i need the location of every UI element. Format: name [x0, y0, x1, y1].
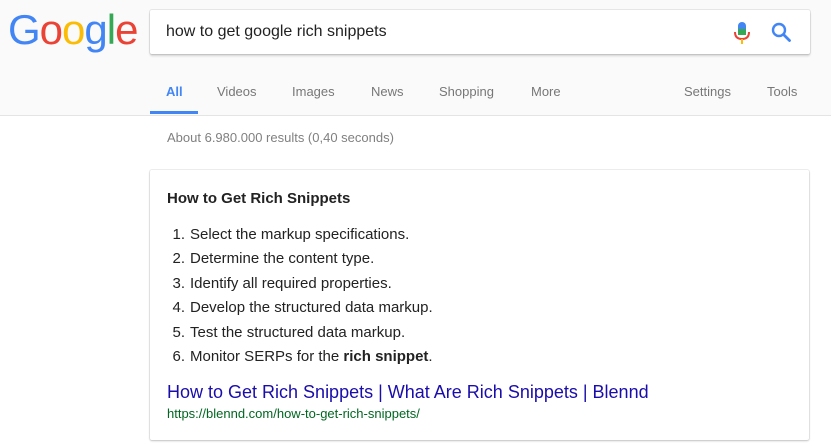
- step-number: 6.: [172, 348, 185, 366]
- logo-letter: o: [39, 6, 63, 53]
- step-number: 1.: [172, 226, 185, 243]
- step-text: Determine the content type.: [190, 250, 375, 268]
- tab-settings[interactable]: Settings: [684, 84, 731, 99]
- list-item: 6. Monitor SERPs for the rich snippet.: [167, 345, 433, 369]
- tab-shopping[interactable]: Shopping: [439, 84, 494, 99]
- active-tab-indicator: [150, 111, 198, 114]
- step-number: 2.: [172, 250, 185, 268]
- logo-letter: g: [84, 6, 107, 53]
- logo-letter: e: [115, 6, 138, 53]
- tab-tools[interactable]: Tools: [767, 84, 797, 99]
- featured-snippet-card: How to Get Rich Snippets 1. Select the ma…: [150, 170, 809, 440]
- step-text: Test the structured data markup.: [190, 323, 406, 341]
- step-bold-text: rich snippet: [343, 348, 429, 366]
- step-text: Identify all required properties.: [190, 274, 392, 292]
- search-box: [150, 10, 810, 54]
- logo-letter: o: [62, 6, 85, 53]
- search-input[interactable]: [166, 10, 706, 54]
- step-text: Select the markup specifications.: [190, 226, 410, 243]
- result-title-link[interactable]: How to Get Rich Snippets | What Are Rich…: [167, 382, 649, 403]
- header: Google All Videos Images News Shopping M…: [0, 0, 831, 116]
- step-number: 5.: [172, 323, 185, 341]
- snippet-title: How to Get Rich Snippets: [167, 190, 351, 207]
- step-text: Develop the structured data markup.: [190, 299, 433, 317]
- list-item: 4. Develop the structured data markup.: [167, 296, 433, 320]
- tab-news[interactable]: News: [371, 84, 404, 99]
- tab-more[interactable]: More: [531, 84, 561, 99]
- result-url: https://blennd.com/how-to-get-rich-snipp…: [167, 406, 420, 421]
- google-logo[interactable]: Google: [8, 4, 138, 56]
- step-suffix: .: [428, 348, 433, 366]
- step-number: 4.: [172, 299, 185, 317]
- result-stats: About 6.980.000 results (0,40 seconds): [167, 130, 394, 145]
- tab-all[interactable]: All: [166, 84, 183, 99]
- tab-images[interactable]: Images: [292, 84, 335, 99]
- tab-videos[interactable]: Videos: [217, 84, 257, 99]
- step-number: 3.: [172, 274, 185, 292]
- logo-letter: G: [8, 6, 41, 53]
- list-item: 2. Determine the content type.: [167, 247, 433, 271]
- list-item: 3. Identify all required properties.: [167, 272, 433, 296]
- search-icon[interactable]: [770, 21, 792, 43]
- search-tabs: All Videos Images News Shopping More Set…: [0, 60, 831, 115]
- logo-letter: l: [106, 6, 116, 53]
- list-item: 5. Test the structured data markup.: [167, 321, 433, 345]
- microphone-icon[interactable]: [732, 20, 752, 46]
- step-text: Monitor SERPs for the: [190, 348, 344, 366]
- list-item: 1. Select the markup specifications.: [167, 223, 433, 247]
- snippet-steps: 1. Select the markup specifications. 2. De…: [167, 223, 433, 369]
